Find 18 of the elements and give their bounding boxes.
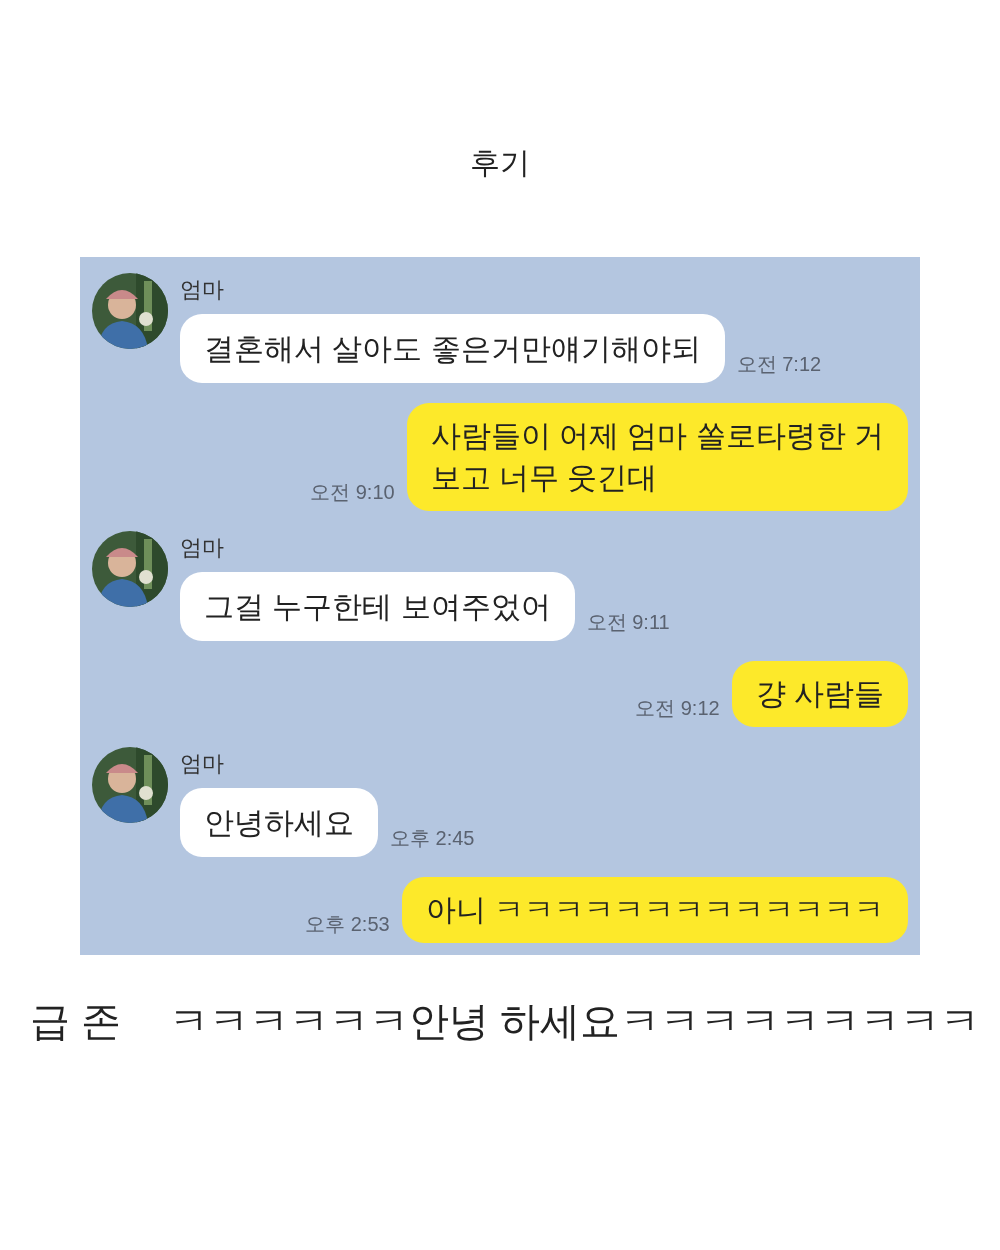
message-time: 오전 9:10 [310,480,395,505]
message-time: 오후 2:53 [305,912,390,937]
message-bubble: 사람들이 어제 엄마 쏠로타령한 거 보고 너무 웃긴대 [406,403,908,511]
message-time: 오전 9:12 [635,696,720,721]
sender-name: 엄마 [180,750,225,778]
message-time: 오후 2:45 [390,826,475,851]
post-title: 후기 [470,145,530,181]
message-bubble: 걍 사람들 [731,661,908,727]
message-time: 오전 7:12 [736,352,822,377]
message-time: 오전 9:11 [586,610,670,635]
message-bubble: 그걸 누구한테 보여주었어 [180,572,575,641]
message-bubble: 아니 ㅋㅋㅋㅋㅋㅋㅋㅋㅋㅋㅋㅋㅋ [401,877,908,943]
message-bubble: 안녕하세요 [180,788,378,857]
caption-text: ㅋㅋㅋㅋㅋㅋ안녕 하세요ㅋㅋㅋㅋㅋㅋㅋㅋㅋ [169,998,981,1045]
sender-name: 엄마 [180,534,225,562]
message-bubble: 결혼해서 살아도 좋은거만얘기해야되 [180,314,725,383]
caption-text: 급 존 [30,998,122,1045]
sender-name: 엄마 [180,276,225,304]
